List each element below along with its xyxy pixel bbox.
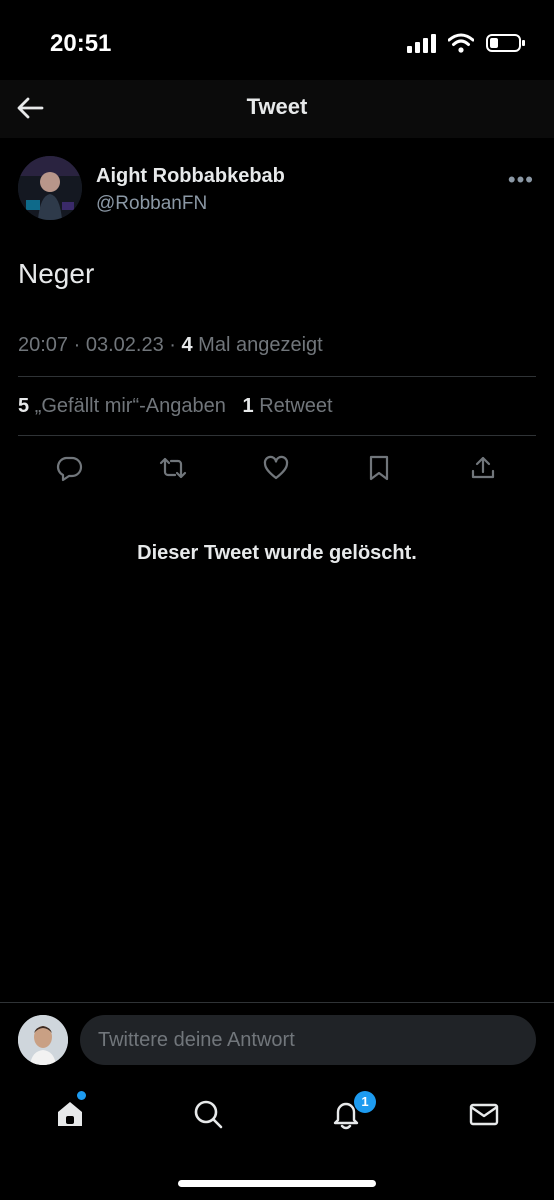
retweets-count: 1	[242, 395, 254, 417]
author-handle[interactable]: @RobbanFN	[96, 193, 207, 215]
signal-icon	[407, 34, 436, 53]
tab-notifications[interactable]: 1	[326, 1091, 376, 1134]
avatar-image	[18, 1015, 68, 1065]
tweet-date: 03.02.23	[85, 334, 164, 356]
notifications-badge: 1	[354, 1091, 376, 1113]
avatar-image	[18, 156, 82, 220]
messages-icon	[469, 1103, 499, 1126]
tweet-time: 20:07	[18, 334, 69, 356]
tweet-meta: 20:07 · 03.02.23 · 4 Mal angezeigt	[18, 334, 323, 357]
retweet-icon	[159, 457, 187, 479]
reply-input[interactable]: Twittere deine Antwort	[80, 1015, 536, 1065]
tweet-actions	[0, 446, 554, 490]
likes-stat[interactable]: 5 „Gefällt mir“-Angaben	[18, 395, 226, 417]
retweet-button[interactable]	[151, 446, 195, 490]
share-icon	[471, 456, 495, 479]
home-icon	[58, 1102, 82, 1126]
share-button[interactable]	[461, 446, 505, 490]
status-bar: 20:51	[0, 0, 554, 80]
top-bar: Tweet	[0, 80, 554, 138]
divider	[0, 1002, 554, 1003]
tab-home[interactable]	[50, 1091, 90, 1134]
reply-icon	[56, 456, 83, 482]
divider	[18, 376, 536, 377]
meta-separator: ·	[73, 334, 86, 356]
more-options-button[interactable]: •••	[508, 167, 534, 193]
meta-separator: ·	[169, 334, 182, 356]
like-icon	[263, 455, 289, 480]
bottom-tab-bar: 1	[0, 1080, 554, 1150]
tweet-stats: 5 „Gefällt mir“-Angaben 1 Retweet	[18, 395, 333, 418]
bookmark-icon	[369, 455, 389, 481]
views-label: Mal angezeigt	[198, 334, 323, 356]
current-user-avatar[interactable]	[18, 1015, 68, 1065]
bookmark-button[interactable]	[357, 446, 401, 490]
status-time: 20:51	[50, 30, 112, 57]
like-button[interactable]	[254, 446, 298, 490]
home-indicator[interactable]	[178, 1180, 376, 1187]
page-title: Tweet	[246, 94, 308, 119]
deleted-tweet-notice: Dieser Tweet wurde gelöscht.	[137, 542, 417, 564]
retweets-label: Retweet	[259, 395, 333, 417]
divider	[18, 435, 536, 436]
home-new-dot	[77, 1091, 86, 1100]
likes-count: 5	[18, 395, 30, 417]
status-icons	[406, 33, 526, 53]
battery-icon	[486, 34, 525, 52]
tab-search[interactable]	[188, 1094, 228, 1134]
reply-button[interactable]	[47, 446, 91, 490]
author-name[interactable]: Aight Robbabkebab	[96, 165, 285, 188]
wifi-icon	[448, 33, 474, 53]
author-avatar[interactable]	[18, 156, 82, 220]
reply-placeholder: Twittere deine Antwort	[98, 1029, 295, 1051]
retweets-stat[interactable]: 1 Retweet	[243, 395, 333, 417]
search-icon	[194, 1100, 223, 1129]
views-count: 4	[181, 334, 193, 356]
likes-label: „Gefällt mir“-Angaben	[34, 395, 226, 417]
tab-messages[interactable]	[464, 1094, 504, 1134]
tweet-text: Neger	[18, 258, 95, 289]
